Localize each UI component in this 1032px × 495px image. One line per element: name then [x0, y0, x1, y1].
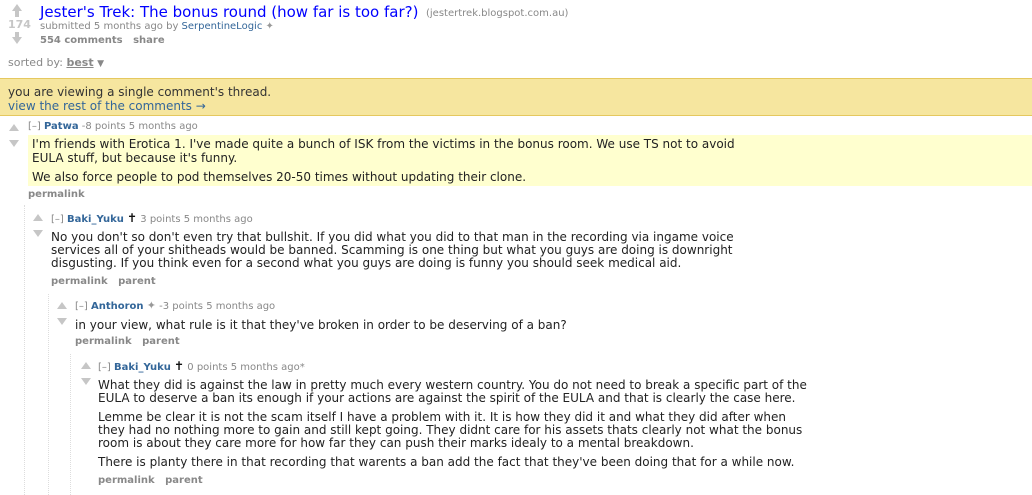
- comment-line: EULA to deserve a ban its enough if your…: [98, 391, 796, 405]
- downvote-icon[interactable]: [33, 230, 43, 237]
- comment-patwa: [–] Patwa -8 points 5 months ago I'm fri…: [0, 118, 1032, 202]
- comment-line: There is planty there in that recording …: [98, 455, 795, 469]
- comment-author[interactable]: Patwa: [44, 121, 79, 132]
- comment-author[interactable]: Baki_Yuku: [114, 362, 171, 373]
- comment-baki-yuku: [–] Baki_Yuku ✝ 3 points 5 months ago No…: [28, 208, 1028, 292]
- downvote-icon[interactable]: [81, 378, 91, 385]
- flair-icon: ✦: [146, 299, 156, 312]
- upvote-icon[interactable]: [33, 214, 43, 221]
- post-downvote-icon[interactable]: [12, 37, 22, 44]
- permalink-button[interactable]: permalink: [28, 189, 85, 200]
- comment-author[interactable]: Anthoron: [91, 301, 144, 312]
- flair-icon: ✝: [127, 211, 138, 225]
- comment-baki-yuku-reply: [–] Baki_Yuku ✝ 0 points 5 months ago* W…: [76, 356, 1026, 495]
- flair-icon: ✝: [174, 359, 185, 373]
- permalink-button[interactable]: permalink: [75, 336, 132, 347]
- sort-label: sorted by:: [8, 56, 63, 69]
- post-submitter-link[interactable]: SerpentineLogic: [182, 21, 263, 32]
- chevron-down-icon[interactable]: ▼: [97, 59, 104, 69]
- comment-author[interactable]: Baki_Yuku: [67, 214, 124, 225]
- post-submitted-text: submitted 5 months ago by: [40, 21, 179, 32]
- collapse-toggle[interactable]: [–]: [51, 214, 64, 225]
- single-thread-notice: you are viewing a single comment's threa…: [0, 78, 1032, 116]
- collapse-toggle[interactable]: [–]: [98, 362, 111, 373]
- comment-line: EULA stuff, but because it's funny.: [32, 151, 238, 165]
- post-upvote-stem: [15, 11, 19, 17]
- parent-button[interactable]: parent: [165, 475, 203, 486]
- comment-line: We also force people to pod themselves 2…: [32, 170, 527, 184]
- comment-body-highlight: I'm friends with Erotica 1. I've made qu…: [28, 135, 1032, 186]
- permalink-button[interactable]: permalink: [98, 475, 155, 486]
- comment-line: I'm friends with Erotica 1. I've made qu…: [32, 137, 735, 151]
- upvote-icon[interactable]: [81, 362, 91, 369]
- comment-anthoron: [–] Anthoron ✦ -3 points 5 months ago in…: [52, 296, 1022, 352]
- notice-text: you are viewing a single comment's threa…: [8, 85, 272, 99]
- downvote-icon[interactable]: [9, 140, 19, 147]
- sort-dropdown[interactable]: best: [66, 56, 93, 69]
- thread-line: [48, 294, 49, 495]
- comment-meta: -3 points 5 months ago: [159, 301, 276, 312]
- comment-line: disgusting. If you think even for a seco…: [51, 256, 682, 270]
- post-score: 174: [8, 18, 31, 31]
- comments-link[interactable]: 554 comments: [40, 35, 123, 46]
- comment-line: room is about they care more for how far…: [98, 436, 694, 450]
- parent-button[interactable]: parent: [118, 276, 156, 287]
- collapse-toggle[interactable]: [–]: [75, 301, 88, 312]
- share-link[interactable]: share: [133, 35, 165, 46]
- permalink-button[interactable]: permalink: [51, 276, 108, 287]
- sort-menu: sorted by: best ▼: [8, 56, 104, 69]
- thread-line: [70, 354, 71, 495]
- downvote-icon[interactable]: [57, 318, 67, 325]
- comment-line: in your view, what rule is it that they'…: [75, 318, 567, 332]
- upvote-icon[interactable]: [57, 302, 67, 309]
- post-upvote-icon[interactable]: [12, 4, 22, 11]
- comment-meta: -8 points 5 months ago: [81, 121, 198, 132]
- view-rest-link[interactable]: view the rest of the comments →: [8, 99, 206, 113]
- collapse-toggle[interactable]: [–]: [28, 121, 41, 132]
- post-title[interactable]: Jester's Trek: The bonus round (how far …: [40, 3, 418, 21]
- thread-line: [24, 205, 25, 495]
- comment-meta: 0 points 5 months ago*: [187, 362, 305, 373]
- submitter-flair-icon: ✦: [265, 21, 274, 32]
- upvote-icon[interactable]: [9, 124, 19, 131]
- post-domain[interactable]: (jestertrek.blogspot.com.au): [426, 8, 568, 19]
- comment-meta: 3 points 5 months ago: [140, 214, 253, 225]
- parent-button[interactable]: parent: [142, 336, 180, 347]
